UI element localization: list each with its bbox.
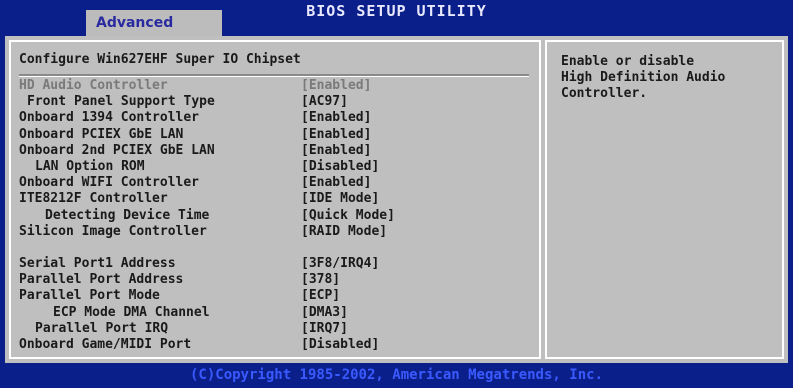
section-title: Configure Win627EHF Super IO Chipset [19,52,301,67]
setting-row[interactable]: ECP Mode DMA Channel [DMA3] [19,305,529,321]
setting-value[interactable]: [Disabled] [301,337,379,352]
setting-value[interactable]: [Enabled] [301,110,371,125]
setting-label: Onboard 1394 Controller [19,110,200,126]
setting-row[interactable]: Silicon Image Controller [RAID Mode] [19,224,529,240]
setting-label: HD Audio Controller [19,78,168,93]
tab-advanced[interactable]: Advanced [86,10,222,36]
setting-value[interactable]: [378] [301,272,340,287]
main-panel: Configure Win627EHF Super IO Chipset HD … [5,36,788,363]
setting-row[interactable]: Onboard 2nd PCIEX GbE LAN [Enabled] [19,143,529,159]
setting-row[interactable]: Onboard 1394 Controller [Enabled] [19,110,529,126]
setting-label: Onboard Game/MIDI Port [19,337,192,352]
setting-row[interactable]: Serial Port1 Address [3F8/IRQ4] [19,256,529,272]
settings-list: HD Audio Controller [Enabled] Front Panel … [19,78,529,353]
setting-row[interactable]: Detecting Device Time [Quick Mode] [19,208,529,224]
setting-row[interactable]: Parallel Port IRQ [IRQ7] [19,321,529,337]
setting-label: Onboard PCIEX GbE LAN [19,126,184,142]
setting-label: Onboard 2nd PCIEX GbE LAN [19,142,215,158]
setting-label: ECP Mode DMA Channel [53,304,210,320]
setting-value[interactable]: [AC97] [301,94,348,109]
setting-row[interactable]: ITE8212F Controller [IDE Mode] [19,191,529,207]
help-line: High Definition Audio [561,70,726,85]
setting-row[interactable]: Onboard Game/MIDI Port [Disabled] [19,337,529,353]
setting-value[interactable]: [Enabled] [301,175,371,190]
setting-label: Parallel Port Address [19,272,184,288]
setting-label: Detecting Device Time [45,207,210,223]
setting-row[interactable]: Onboard PCIEX GbE LAN [Enabled] [19,127,529,143]
copyright-footer: (C)Copyright 1985-2002, American Megatre… [0,363,793,388]
setting-label: ITE8212F Controller [19,191,168,207]
help-line: Enable or disable [561,54,695,69]
setting-label: Onboard WIFI Controller [19,175,200,191]
setting-row[interactable]: HD Audio Controller [Enabled] [19,78,529,94]
setting-spacer [19,240,529,256]
setting-value[interactable]: [3F8/IRQ4] [301,256,379,271]
setting-value[interactable]: [Disabled] [301,159,379,174]
setting-label: LAN Option ROM [35,158,145,174]
setting-row[interactable]: Onboard WIFI Controller [Enabled] [19,175,529,191]
setting-row[interactable]: Parallel Port Mode [ECP] [19,288,529,304]
setting-label: Silicon Image Controller [19,223,207,239]
setting-value[interactable]: [Enabled] [301,127,371,142]
setting-value[interactable]: [Quick Mode] [301,208,395,223]
setting-row[interactable]: Front Panel Support Type [AC97] [19,94,529,110]
divider-highlight [19,76,529,77]
setting-label: Serial Port1 Address [19,256,176,272]
setting-value[interactable]: [Enabled] [301,143,371,158]
setting-value[interactable]: [IDE Mode] [301,191,379,206]
help-text: Enable or disable High Definition Audio … [561,54,786,102]
setting-value[interactable]: [RAID Mode] [301,224,387,239]
top-bar: BIOS SETUP UTILITY Advanced [0,0,793,36]
setting-value[interactable]: [IRQ7] [301,321,348,336]
setting-label: Parallel Port IRQ [35,320,169,336]
setting-label: Front Panel Support Type [27,94,215,110]
setting-value[interactable]: [Enabled] [301,78,371,93]
setting-row[interactable]: Parallel Port Address [378] [19,272,529,288]
setting-value[interactable]: [ECP] [301,288,340,303]
setting-value[interactable]: [DMA3] [301,305,348,320]
setting-label: Parallel Port Mode [19,288,160,304]
setting-row[interactable]: LAN Option ROM [Disabled] [19,159,529,175]
help-line: Controller. [561,86,648,101]
